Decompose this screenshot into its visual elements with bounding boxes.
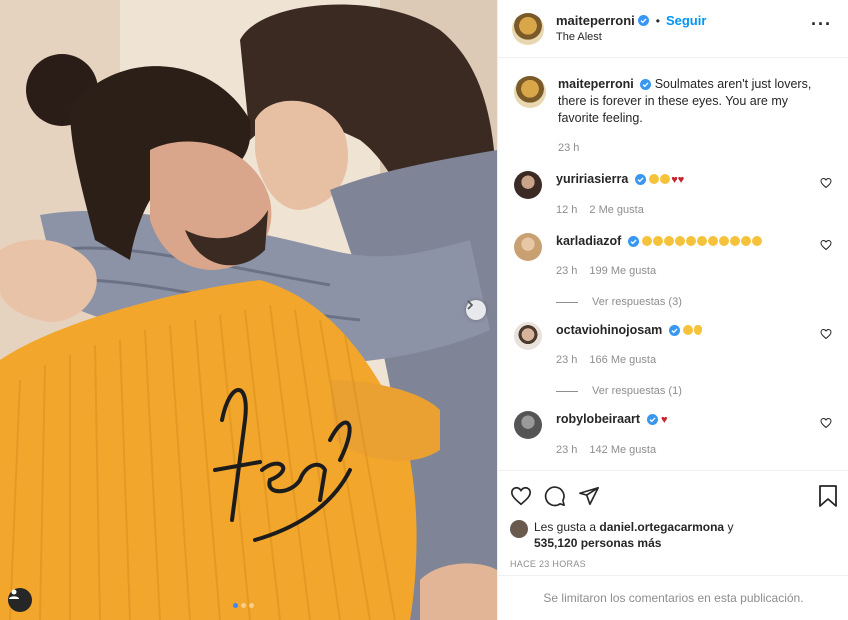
smile-emoji-icon	[683, 325, 694, 335]
replies-divider	[556, 390, 578, 392]
comment-time: 23 h	[556, 354, 578, 366]
post-actions: Les gusta a daniel.ortegacarmona y 535,1…	[498, 470, 848, 569]
comment-username[interactable]: robylobeiraart	[556, 412, 640, 426]
author-avatar[interactable]	[512, 12, 544, 45]
verified-icon	[627, 236, 639, 248]
comment-username[interactable]: octaviohinojosam	[556, 323, 662, 337]
comment-time: 12 h	[556, 204, 578, 216]
heart-emoji-icon: ♥	[661, 414, 668, 426]
comment-likes[interactable]: 199 Me gusta	[589, 263, 656, 280]
caption-username[interactable]: maiteperroni	[558, 77, 634, 91]
tagged-users-button[interactable]	[8, 588, 32, 612]
smile-emoji-icon	[675, 236, 686, 246]
smile-emoji-icon	[708, 236, 719, 246]
view-replies-label[interactable]: Ver respuestas (3)	[592, 296, 682, 308]
hand-emoji-icon	[694, 325, 703, 335]
view-replies-button[interactable]: Ver respuestas (3)	[556, 296, 832, 308]
comment-time: 23 h	[556, 265, 578, 277]
smile-emoji-icon	[752, 236, 763, 246]
separator-dot: •	[655, 13, 660, 28]
comment-likes[interactable]: 2 Me gusta	[589, 202, 643, 219]
chevron-right-icon	[467, 300, 474, 310]
likes-summary: Les gusta a daniel.ortegacarmona y 535,1…	[510, 519, 839, 551]
author-avatar[interactable]	[514, 76, 546, 108]
carousel-dot	[233, 603, 238, 608]
smile-emoji-icon	[730, 236, 741, 246]
post-caption: maiteperroni Soulmates aren't just lover…	[514, 58, 832, 157]
verified-icon	[646, 414, 658, 426]
like-comment-heart-icon[interactable]	[820, 417, 832, 429]
post-header: maiteperroni • Seguir The Alest ···	[498, 0, 848, 58]
heart-emoji-icon: ♥♥	[671, 174, 685, 186]
next-slide-button[interactable]	[466, 300, 486, 320]
like-heart-icon[interactable]	[510, 485, 532, 507]
like-comment-heart-icon[interactable]	[820, 328, 832, 340]
replies-divider	[556, 301, 578, 303]
commenter-avatar[interactable]	[514, 233, 542, 261]
liker-username[interactable]: daniel.ortegacarmona	[599, 520, 724, 534]
smile-emoji-icon	[660, 174, 671, 184]
comment-likes[interactable]: 166 Me gusta	[589, 352, 656, 369]
post-photo[interactable]	[0, 0, 497, 620]
verified-icon	[640, 79, 652, 91]
user-icon	[9, 589, 19, 599]
comment-username[interactable]: karladiazof	[556, 234, 621, 248]
comment-emojis: ♥♥	[649, 172, 684, 186]
caption-time: 23 h	[558, 142, 580, 154]
post-location[interactable]: The Alest	[556, 29, 706, 45]
verified-icon	[634, 174, 646, 186]
smile-emoji-icon	[741, 236, 752, 246]
more-options-icon[interactable]: ···	[811, 15, 832, 33]
smile-emoji-icon	[719, 236, 730, 246]
carousel-indicator	[233, 603, 254, 608]
comment-item: karladiazof 23 h 199 Me gusta	[514, 233, 832, 280]
smile-emoji-icon	[649, 174, 660, 184]
likes-count[interactable]: 535,120 personas más	[534, 536, 661, 550]
like-comment-heart-icon[interactable]	[820, 177, 832, 189]
follow-button[interactable]: Seguir	[666, 13, 706, 29]
smile-emoji-icon	[697, 236, 708, 246]
commenter-avatar[interactable]	[514, 171, 542, 199]
comment-username[interactable]: yuririasierra	[556, 172, 628, 186]
comment-item: yuririasierra ♥♥ 12 h 2 Me gusta	[514, 171, 832, 219]
verified-icon	[668, 325, 680, 337]
comments-list[interactable]: maiteperroni Soulmates aren't just lover…	[498, 58, 848, 470]
view-replies-label[interactable]: Ver respuestas (1)	[592, 385, 682, 397]
comment-emojis	[683, 323, 703, 337]
commenter-avatar[interactable]	[514, 411, 542, 439]
carousel-dot	[249, 603, 254, 608]
likes-connector: y	[727, 520, 734, 534]
comment-item: octaviohinojosam 23 h 166 Me gusta	[514, 322, 832, 369]
author-username[interactable]: maiteperroni	[556, 13, 635, 29]
comment-emojis	[642, 234, 763, 248]
smile-emoji-icon	[653, 236, 664, 246]
smile-emoji-icon	[686, 236, 697, 246]
comment-item: robylobeiraart ♥ 23 h 142 Me gusta	[514, 411, 832, 459]
like-comment-heart-icon[interactable]	[820, 239, 832, 251]
post-side-panel: maiteperroni • Seguir The Alest ··· mait…	[497, 0, 848, 620]
share-paper-plane-icon[interactable]	[578, 485, 600, 507]
view-replies-button[interactable]: Ver respuestas (1)	[556, 385, 832, 397]
comment-likes[interactable]: 142 Me gusta	[589, 442, 656, 459]
carousel-dot	[241, 603, 246, 608]
comment-time: 23 h	[556, 444, 578, 456]
likes-prefix: Les gusta a	[534, 520, 597, 534]
smile-emoji-icon	[642, 236, 653, 246]
verified-icon	[637, 15, 649, 26]
post-time-ago[interactable]: HACE 23 HORAS	[510, 559, 839, 569]
smile-emoji-icon	[664, 236, 675, 246]
comment-bubble-icon[interactable]	[544, 485, 566, 507]
save-bookmark-icon[interactable]	[817, 484, 839, 508]
photo-illustration	[0, 0, 497, 620]
comments-limited-notice: Se limitaron los comentarios en esta pub…	[498, 575, 848, 620]
commenter-avatar[interactable]	[514, 322, 542, 350]
liker-avatar[interactable]	[510, 520, 528, 538]
